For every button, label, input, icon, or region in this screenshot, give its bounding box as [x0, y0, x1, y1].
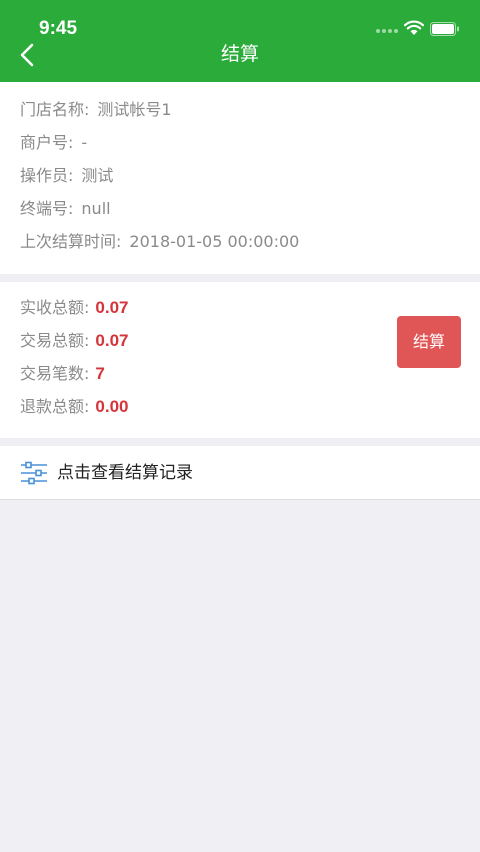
totals-card: 实收总额: 0.07 交易总额: 0.07 交易笔数: 7 退款总额: 0.00 结算 [0, 282, 480, 438]
info-row-last-settle-time: 上次结算时间: 2018-01-05 00:00:00 [20, 230, 299, 254]
settle-records-link[interactable]: 点击查看结算记录 [0, 446, 480, 500]
total-row-transaction-amount: 交易总额: 0.07 [20, 329, 129, 353]
info-label: 门店名称: [20, 100, 90, 119]
total-label: 实收总额: [20, 298, 90, 317]
total-value: 7 [95, 364, 105, 383]
wifi-icon [404, 20, 424, 35]
total-row-refund: 退款总额: 0.00 [20, 395, 129, 419]
info-value: 2018-01-05 00:00:00 [129, 232, 300, 251]
total-value: 0.00 [95, 397, 129, 416]
back-button[interactable] [12, 38, 42, 72]
total-row-transaction-count: 交易笔数: 7 [20, 362, 105, 386]
total-label: 交易总额: [20, 331, 90, 350]
info-row-merchant-no: 商户号: - [20, 131, 87, 155]
app-header: 9:45 结算 [0, 0, 480, 82]
info-label: 上次结算时间: [20, 232, 122, 251]
info-label: 终端号: [20, 199, 74, 218]
sliders-icon [21, 461, 47, 485]
info-row-terminal-no: 终端号: null [20, 197, 111, 221]
store-info-card: 门店名称: 测试帐号1 商户号: - 操作员: 测试 终端号: null 上次结算时间:… [0, 82, 480, 274]
page-title: 结算 [220, 43, 259, 65]
total-label: 退款总额: [20, 397, 90, 416]
total-value: 0.07 [95, 331, 129, 350]
info-value: null [81, 199, 111, 218]
info-label: 操作员: [20, 166, 74, 185]
status-time: 9:45 [39, 18, 78, 39]
settle-records-label: 点击查看结算记录 [57, 463, 193, 483]
info-value: 测试帐号1 [97, 100, 172, 119]
info-row-store-name: 门店名称: 测试帐号1 [20, 98, 172, 122]
total-row-received: 实收总额: 0.07 [20, 296, 129, 320]
total-label: 交易笔数: [20, 364, 90, 383]
chevron-left-icon [20, 43, 34, 67]
signal-icon [376, 29, 398, 33]
info-value: - [81, 133, 88, 152]
info-value: 测试 [81, 166, 114, 185]
info-label: 商户号: [20, 133, 74, 152]
total-value: 0.07 [95, 298, 129, 317]
battery-icon [430, 22, 459, 36]
settle-button[interactable]: 结算 [397, 316, 461, 368]
info-row-operator: 操作员: 测试 [20, 164, 113, 188]
status-bar: 9:45 [0, 0, 480, 39]
